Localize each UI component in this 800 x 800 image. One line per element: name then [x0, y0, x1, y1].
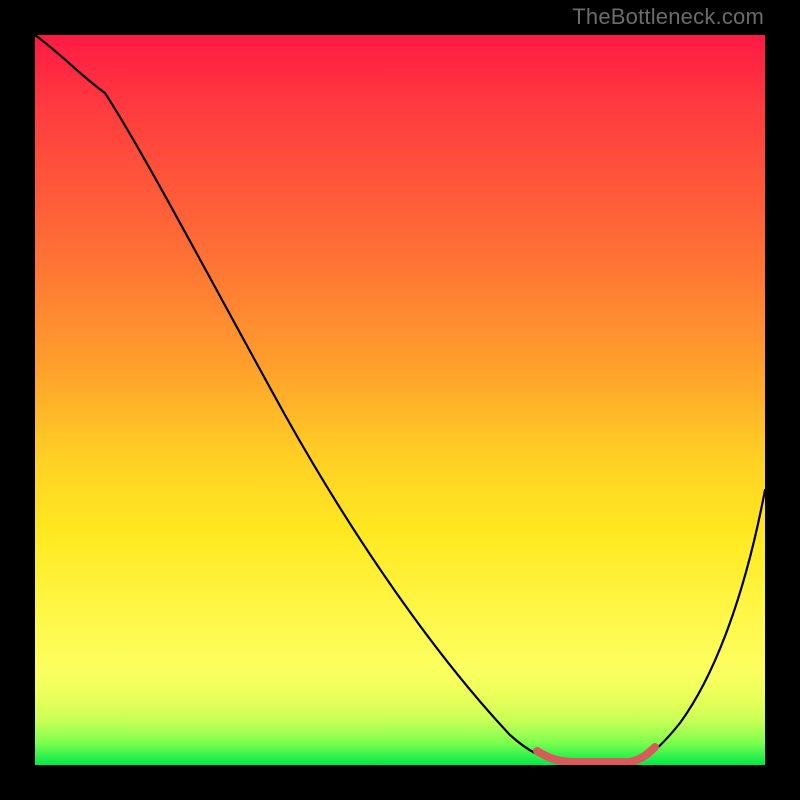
plot-area [35, 35, 765, 765]
highlight-segment [537, 747, 655, 762]
chart-frame: TheBottleneck.com [0, 0, 800, 800]
bottleneck-curve [35, 35, 765, 765]
curve-path [35, 35, 765, 762]
watermark-label: TheBottleneck.com [572, 4, 764, 30]
